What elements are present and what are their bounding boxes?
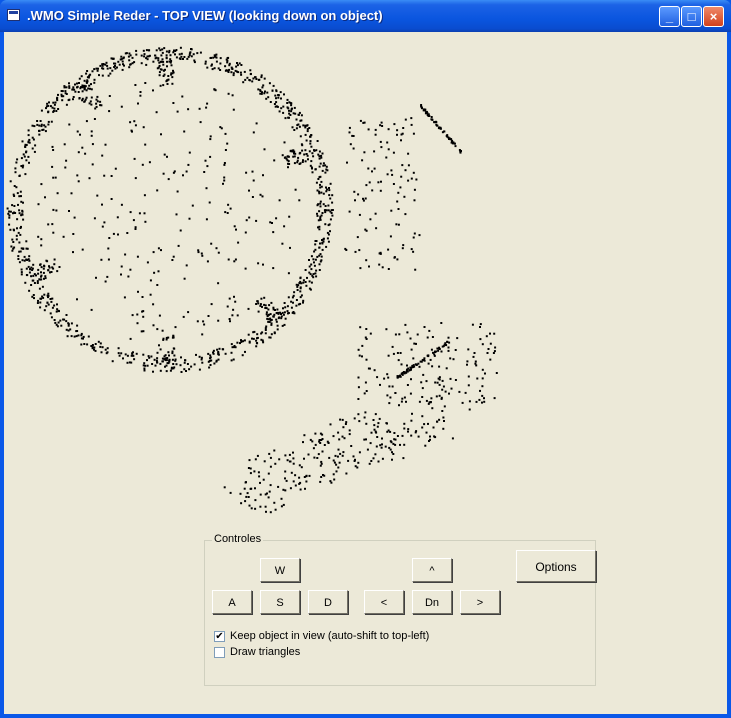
close-button[interactable]: × bbox=[703, 6, 724, 27]
up-button[interactable]: ^ bbox=[412, 558, 452, 582]
title-bar[interactable]: .WMO Simple Reder - TOP VIEW (looking do… bbox=[0, 0, 731, 32]
w-button[interactable]: W bbox=[260, 558, 300, 582]
window-title: .WMO Simple Reder - TOP VIEW (looking do… bbox=[27, 8, 383, 23]
render-area: Controles W A S D ^ < Dn > Options ✔ Keep… bbox=[4, 32, 727, 714]
s-button[interactable]: S bbox=[260, 590, 300, 614]
render-points bbox=[6, 46, 498, 514]
app-icon[interactable] bbox=[7, 9, 20, 21]
maximize-button[interactable]: □ bbox=[681, 6, 702, 27]
minimize-button[interactable]: _ bbox=[659, 6, 680, 27]
options-button[interactable]: Options bbox=[516, 550, 596, 582]
keep-object-in-view-label: Keep object in view (auto-shift to top-l… bbox=[230, 630, 430, 642]
point-cloud-render bbox=[6, 46, 498, 514]
a-button[interactable]: A bbox=[212, 590, 252, 614]
draw-triangles-checkbox[interactable] bbox=[214, 646, 225, 658]
d-button[interactable]: D bbox=[308, 590, 348, 614]
draw-triangles-label: Draw triangles bbox=[230, 646, 301, 658]
draw-triangles-option[interactable]: Draw triangles bbox=[214, 646, 300, 658]
right-button[interactable]: > bbox=[460, 590, 500, 614]
down-button[interactable]: Dn bbox=[412, 590, 452, 614]
app-window: .WMO Simple Reder - TOP VIEW (looking do… bbox=[0, 0, 731, 718]
keep-object-in-view-checkbox[interactable]: ✔ bbox=[214, 630, 225, 642]
left-button[interactable]: < bbox=[364, 590, 404, 614]
keep-object-in-view-option[interactable]: ✔ Keep object in view (auto-shift to top-… bbox=[214, 630, 429, 642]
controls-group-label: Controles bbox=[212, 533, 264, 545]
